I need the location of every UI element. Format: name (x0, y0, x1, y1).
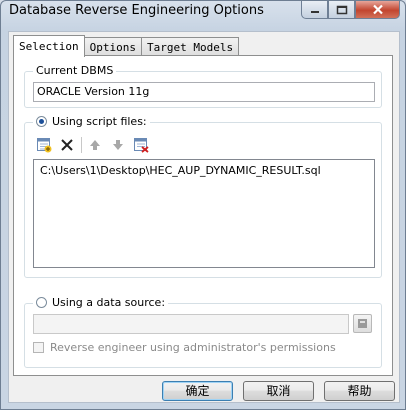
script-files-legend: Using script files: (33, 115, 150, 128)
cancel-button[interactable]: 取消 (243, 381, 314, 401)
toolbar-separator (81, 137, 82, 153)
help-button[interactable]: 帮助 (324, 381, 395, 401)
database-icon (358, 319, 367, 328)
current-dbms-field: ORACLE Version 11g (33, 82, 375, 102)
ok-button[interactable]: 确定 (162, 381, 233, 401)
selection-tab-panel: Current DBMS ORACLE Version 11g Using sc… (13, 55, 393, 376)
close-icon (372, 4, 383, 15)
script-files-list[interactable]: C:\Users\1\Desktop\HEC_AUP_DYNAMIC_RESUL… (33, 159, 375, 268)
current-dbms-legend: Current DBMS (33, 64, 117, 77)
script-files-radio[interactable] (36, 116, 47, 127)
script-files-group: Using script files: C:\Users\1\Desktop\H… (24, 115, 382, 278)
minimize-button[interactable] (301, 1, 328, 19)
data-source-label[interactable]: Using a data source: (52, 296, 165, 309)
list-item[interactable]: C:\Users\1\Desktop\HEC_AUP_DYNAMIC_RESUL… (34, 160, 374, 177)
tab-strip: Selection Options Target Models (13, 35, 240, 57)
move-up-icon (90, 140, 100, 150)
clear-list-button[interactable] (132, 136, 150, 154)
delete-icon (61, 139, 73, 151)
data-source-legend: Using a data source: (33, 296, 169, 309)
dialog-client-area: Selection Options Target Models Current … (8, 31, 400, 403)
tab-options[interactable]: Options (83, 37, 142, 57)
maximize-icon (336, 5, 347, 14)
dialog-window: Database Reverse Engineering Options Sel… (0, 0, 406, 410)
current-dbms-group: Current DBMS ORACLE Version 11g (24, 64, 382, 108)
caption-buttons (301, 1, 400, 19)
move-up-button[interactable] (86, 136, 104, 154)
admin-permissions-label[interactable]: Reverse engineer using administrator's p… (50, 341, 336, 354)
minimize-icon (310, 10, 319, 13)
move-down-button[interactable] (109, 136, 127, 154)
window-title: Database Reverse Engineering Options (9, 3, 264, 18)
move-down-icon (113, 140, 123, 150)
add-file-icon (37, 138, 52, 153)
clear-list-icon (134, 138, 149, 153)
admin-permissions-row: Reverse engineer using administrator's p… (33, 341, 336, 354)
delete-button[interactable] (58, 136, 76, 154)
close-button[interactable] (355, 1, 400, 19)
data-source-group: Using a data source: Reverse engineer us… (24, 296, 382, 368)
current-dbms-label: Current DBMS (36, 64, 114, 77)
admin-permissions-checkbox[interactable] (33, 342, 44, 353)
add-file-button[interactable] (35, 136, 53, 154)
script-files-label[interactable]: Using script files: (52, 115, 147, 128)
tab-selection[interactable]: Selection (13, 35, 85, 57)
script-files-toolbar (35, 136, 155, 154)
data-source-radio[interactable] (36, 297, 47, 308)
maximize-button[interactable] (328, 1, 355, 19)
data-source-field[interactable] (33, 314, 349, 334)
data-source-browse-button[interactable] (353, 314, 372, 333)
tab-target-models[interactable]: Target Models (140, 37, 240, 57)
